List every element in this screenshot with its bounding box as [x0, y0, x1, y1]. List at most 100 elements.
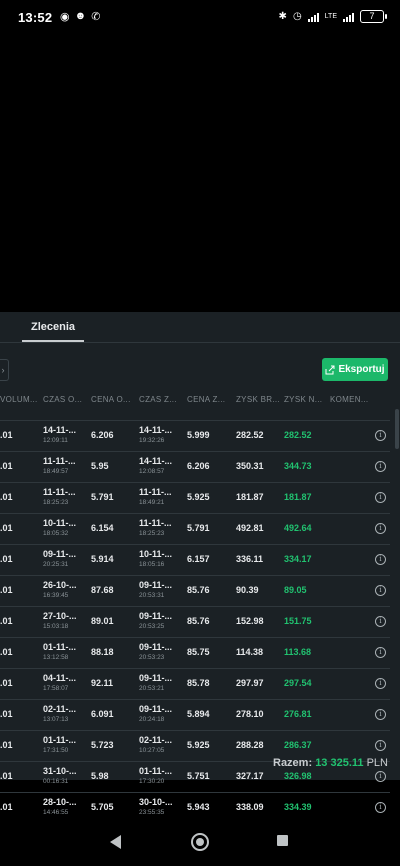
table-row[interactable]: .01 04-11-... 17:58:07 92.11 09-11-... 20:53:… [0, 669, 390, 700]
open-clock: 15:03:18 [43, 623, 69, 630]
cell-volume: .01 [0, 430, 13, 440]
cell-volume: .01 [0, 554, 13, 564]
info-icon[interactable]: i [375, 523, 386, 534]
close-clock: 20:53:21 [139, 685, 165, 692]
cell-gross-profit: 297.97 [236, 678, 264, 688]
open-clock: 18:05:32 [43, 530, 69, 537]
table-row[interactable]: .01 11-11-... 18:25:23 5.791 11-11-... 18:49:… [0, 483, 390, 514]
close-date: 09-11-... [139, 704, 173, 714]
cell-open-price: 5.98 [91, 771, 109, 781]
info-icon[interactable]: i [375, 771, 386, 782]
cell-close-price: 5.751 [187, 771, 210, 781]
table-row[interactable]: .01 09-11-... 20:25:31 5.914 10-11-... 18:05:… [0, 545, 390, 576]
info-icon[interactable]: i [375, 430, 386, 441]
header-comment[interactable]: KOMEN... [330, 390, 368, 410]
export-button[interactable]: Eksportuj [322, 358, 388, 381]
header-gross-profit[interactable]: ZYSK BR... [236, 390, 280, 410]
cell-gross-profit: 288.28 [236, 740, 264, 750]
cell-gross-profit: 336.11 [236, 554, 264, 564]
close-date: 09-11-... [139, 611, 173, 621]
table-row[interactable]: .01 01-11-... 13:12:58 88.18 09-11-... 20:53:… [0, 638, 390, 669]
cell-close-time: 01-11-... 17:30:20 [139, 765, 172, 786]
header-net-profit[interactable]: ZYSK N... [284, 390, 322, 410]
close-clock: 19:32:26 [139, 437, 165, 444]
cell-gross-profit: 282.52 [236, 430, 264, 440]
cell-open-time: 26-10-... 16:39:45 [43, 579, 77, 600]
battery-icon: 7 [360, 10, 387, 23]
notification-icons: ◉ ☻ ✆ [60, 10, 100, 23]
table-row[interactable]: .01 10-11-... 18:05:32 6.154 11-11-... 18:25:… [0, 514, 390, 545]
cell-close-price: 5.894 [187, 709, 210, 719]
cell-gross-profit: 90.39 [236, 585, 259, 595]
status-bar: 13:52 ◉ ☻ ✆ ✱ ◷ LTE 7 [0, 0, 400, 36]
cell-volume: .01 [0, 616, 13, 626]
header-open-price[interactable]: CENA O... [91, 390, 131, 410]
open-date: 04-11-... [43, 673, 77, 683]
missed-call-icon: ✆ [91, 11, 101, 23]
info-icon[interactable]: i [375, 616, 386, 627]
table-row[interactable]: .01 14-11-... 12:09:11 6.206 14-11-... 19:32:… [0, 421, 390, 452]
cell-close-price: 6.157 [187, 554, 210, 564]
cell-gross-profit: 492.81 [236, 523, 264, 533]
cell-open-time: 02-11-... 13:07:13 [43, 703, 76, 724]
table-row[interactable]: .01 11-11-... 18:49:57 5.95 14-11-... 12:08:5… [0, 452, 390, 483]
home-icon[interactable] [191, 833, 209, 851]
orders-panel: Zlecenia › Eksportuj VOLUM... CZAS O... … [0, 312, 400, 824]
cell-open-time: 01-11-... 13:12:58 [43, 641, 76, 662]
cell-open-time: 14-11-... 12:09:11 [43, 424, 76, 445]
cell-open-price: 5.95 [91, 461, 109, 471]
open-date: 10-11-... [43, 518, 77, 528]
close-clock: 20:53:31 [139, 592, 165, 599]
cell-close-time: 09-11-... 20:24:18 [139, 703, 172, 724]
info-icon[interactable]: i [375, 647, 386, 658]
back-icon[interactable] [110, 835, 121, 849]
cell-close-time: 14-11-... 12:08:57 [139, 455, 172, 476]
tab-zlecenia[interactable]: Zlecenia [22, 312, 84, 342]
toolbar-control-partial[interactable]: › [0, 359, 9, 381]
close-date: 11-11-... [139, 518, 172, 528]
info-icon[interactable]: i [375, 678, 386, 689]
info-icon[interactable]: i [375, 492, 386, 503]
header-close-time[interactable]: CZAS Z... [139, 390, 177, 410]
header-open-time[interactable]: CZAS O... [43, 390, 82, 410]
info-icon[interactable]: i [375, 802, 386, 813]
cell-gross-profit: 114.38 [236, 647, 264, 657]
cell-open-time: 27-10-... 15:03:18 [43, 610, 77, 631]
table-row[interactable]: .01 27-10-... 15:03:18 89.01 09-11-... 20:53:… [0, 607, 390, 638]
table-row[interactable]: .01 02-11-... 13:07:13 6.091 09-11-... 20:24:… [0, 700, 390, 731]
info-icon[interactable]: i [375, 554, 386, 565]
cell-open-time: 04-11-... 17:58:07 [43, 672, 76, 693]
cell-volume: .01 [0, 492, 13, 502]
header-close-price[interactable]: CENA Z... [187, 390, 225, 410]
cell-close-price: 85.75 [187, 647, 210, 657]
header-volume[interactable]: VOLUM... [0, 390, 38, 410]
bluetooth-icon: ✱ [278, 11, 287, 22]
vertical-scrollbar[interactable] [395, 409, 399, 449]
cell-volume: .01 [0, 461, 13, 471]
close-clock: 12:08:57 [139, 468, 165, 475]
open-clock: 12:09:11 [43, 437, 68, 444]
cell-open-price: 88.18 [91, 647, 114, 657]
table-row[interactable]: .01 26-10-... 16:39:45 87.68 09-11-... 20:53:… [0, 576, 390, 607]
info-icon[interactable]: i [375, 585, 386, 596]
open-date: 14-11-... [43, 425, 77, 435]
total-amount: 13 325.11 [315, 757, 364, 769]
cell-open-price: 89.01 [91, 616, 114, 626]
info-icon[interactable]: i [375, 709, 386, 720]
cell-open-price: 5.914 [91, 554, 114, 564]
info-icon[interactable]: i [375, 740, 386, 751]
close-clock: 10:27:05 [139, 747, 165, 754]
info-icon[interactable]: i [375, 461, 386, 472]
cell-net-profit: 181.87 [284, 492, 312, 502]
cell-open-time: 11-11-... 18:49:57 [43, 455, 76, 476]
alarm-icon: ◷ [292, 11, 302, 22]
signal-icon-2 [343, 12, 354, 22]
cell-close-time: 02-11-... 10:27:05 [139, 734, 172, 755]
recent-apps-icon[interactable] [277, 835, 288, 846]
total-summary: Razem: 13 325.11 PLN [273, 756, 388, 770]
cell-close-price: 85.76 [187, 616, 210, 626]
total-label: Razem: [273, 757, 313, 769]
cell-close-price: 5.925 [187, 740, 210, 750]
close-clock: 23:55:35 [139, 809, 165, 816]
open-clock: 00:16:31 [43, 778, 69, 785]
